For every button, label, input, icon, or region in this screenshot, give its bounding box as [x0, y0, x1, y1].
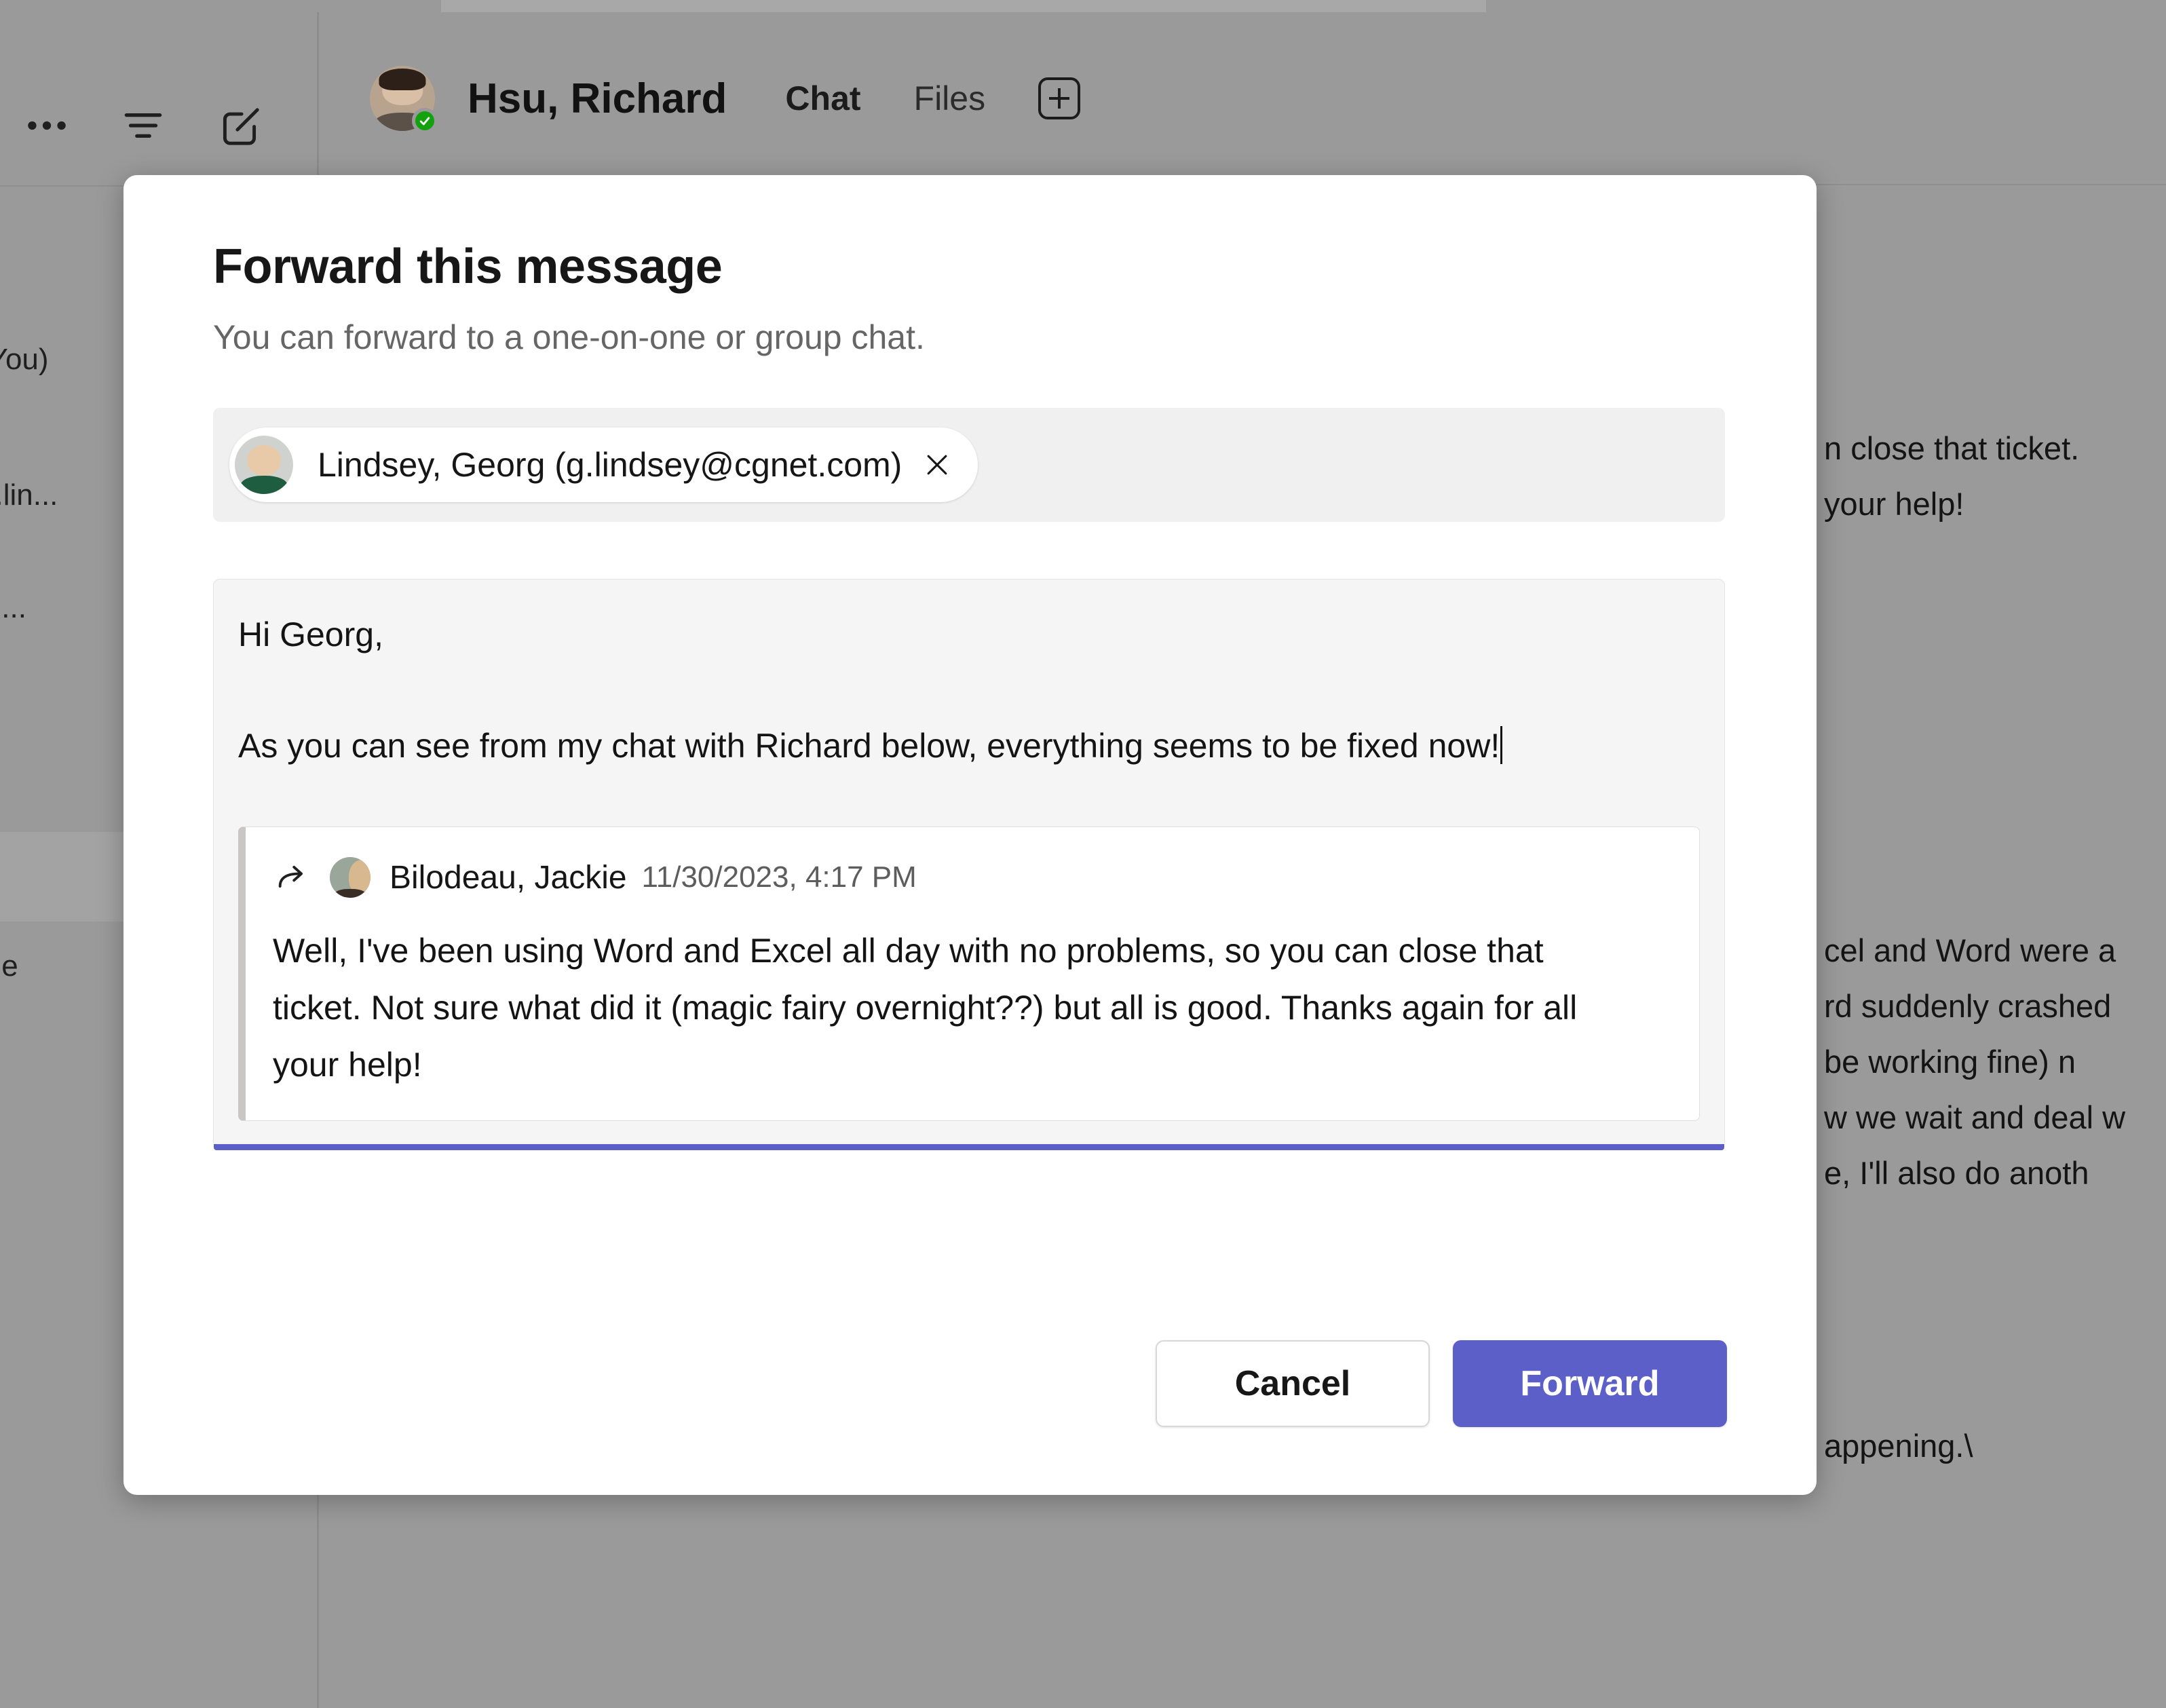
compose-paragraph-text: As you can see from my chat with Richard…: [238, 727, 1500, 765]
forward-message-dialog: Forward this message You can forward to …: [124, 175, 1817, 1495]
text-cursor: [1500, 726, 1503, 765]
compose-paragraph: As you can see from my chat with Richard…: [238, 718, 1578, 774]
recipient-input[interactable]: Lindsey, Georg (g.lindsey@cgnet.com): [213, 408, 1725, 523]
quoted-message-header: Bilodeau, Jackie 11/30/2023, 4:17 PM: [273, 850, 1672, 905]
presence-available-icon: [412, 108, 438, 134]
dialog-footer: Cancel Forward: [1156, 1340, 1727, 1427]
close-icon[interactable]: [919, 447, 955, 482]
recipient-chip[interactable]: Lindsey, Georg (g.lindsey@cgnet.com): [229, 428, 978, 503]
cancel-button[interactable]: Cancel: [1156, 1340, 1430, 1427]
recipient-name: Lindsey, Georg (g.lindsey@cgnet.com): [318, 446, 902, 485]
quoted-author-avatar: [330, 857, 370, 898]
quoted-message-body: Well, I've been using Word and Excel all…: [273, 932, 1578, 1084]
compose-paragraph: Hi Georg,: [238, 615, 383, 654]
quoted-message-timestamp: 11/30/2023, 4:17 PM: [641, 860, 917, 894]
dialog-subtitle: You can forward to a one-on-one or group…: [213, 318, 925, 357]
recipient-avatar: [235, 436, 293, 495]
compose-focus-indicator: [214, 1144, 1724, 1151]
message-compose-box[interactable]: Hi Georg, As you can see from my chat wi…: [213, 579, 1725, 1151]
dialog-title: Forward this message: [213, 240, 723, 294]
forward-arrow-icon: [273, 858, 311, 896]
quoted-message: Bilodeau, Jackie 11/30/2023, 4:17 PM Wel…: [238, 827, 1700, 1122]
quoted-author-name: Bilodeau, Jackie: [390, 859, 627, 896]
forward-button[interactable]: Forward: [1453, 1340, 1727, 1427]
modal-overlay: Forward this message You can forward to …: [0, 0, 2166, 1708]
